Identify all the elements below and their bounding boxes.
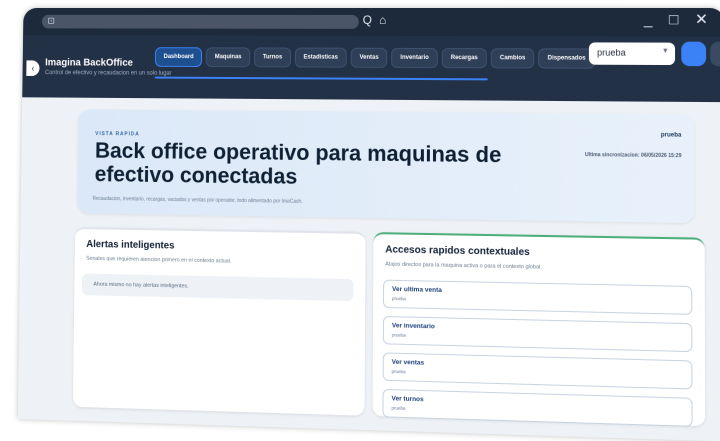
alerts-subtitle: Senales que requieren atencion primero e… xyxy=(86,255,232,265)
tab-estadisticas[interactable]: Estadisticas xyxy=(294,47,347,68)
tab-inventario[interactable]: Inventario xyxy=(391,47,438,69)
hero-panel: VISTA RAPIDA Back office operativo para … xyxy=(77,109,695,224)
alerts-card: Alertas inteligentes Senales que requier… xyxy=(72,227,366,416)
machine-select[interactable]: prueba ▼ xyxy=(588,42,676,66)
app-subtitle: Control de efectivo y recaudacion en un … xyxy=(45,70,172,77)
hero-description: Recaudacion, inventario, recargas, vacia… xyxy=(92,195,303,205)
back-button[interactable]: ‹ xyxy=(26,60,40,76)
tab-ventas[interactable]: Ventas xyxy=(350,47,388,68)
tab-recargas[interactable]: Recargas xyxy=(441,48,487,69)
link-ultima-venta[interactable]: Ver ultima venta prueba xyxy=(383,279,693,315)
link-ventas[interactable]: Ver ventas prueba xyxy=(382,352,693,390)
window-controls[interactable]: _ □ ✕ xyxy=(644,10,715,28)
access-title: Accesos rapidos contextuales xyxy=(385,244,530,259)
hero-kicker: VISTA RAPIDA xyxy=(95,131,140,138)
primary-action-button[interactable] xyxy=(681,41,707,67)
last-sync: Ultima sincronizacion: 06/05/2026 15:29 xyxy=(584,152,682,160)
brand: Imagina BackOffice Control de efectivo y… xyxy=(45,58,172,77)
quick-access-card: Accesos rapidos contextuales Atajos dire… xyxy=(372,232,706,427)
current-user: prueba xyxy=(660,132,682,139)
alerts-empty-state: Ahora mismo no hay alertas inteligentes. xyxy=(81,273,354,302)
tab-dashboard[interactable]: Dashboard xyxy=(154,47,203,68)
secondary-action-button[interactable] xyxy=(710,41,720,67)
link-inventario[interactable]: Ver inventario prueba xyxy=(382,315,693,353)
app-icon: ⊡ xyxy=(47,15,55,26)
app-header: ‹ Imagina BackOffice Control de efectivo… xyxy=(22,35,720,103)
chevron-down-icon: ▼ xyxy=(661,47,669,55)
page-title: Back office operativo para maquinas de e… xyxy=(94,137,502,189)
app-name: Imagina BackOffice xyxy=(45,57,133,69)
tab-maquinas[interactable]: Maquinas xyxy=(206,47,251,68)
tab-dispensados[interactable]: Dispensados xyxy=(538,48,595,69)
window-titlebar: ⊡ Q ⌂ _ □ ✕ xyxy=(23,8,720,37)
search-home-icons[interactable]: Q ⌂ xyxy=(363,13,389,27)
alerts-title: Alertas inteligentes xyxy=(86,239,175,252)
tab-cambios[interactable]: Cambios xyxy=(490,48,535,69)
address-bar[interactable]: ⊡ xyxy=(41,14,359,29)
app-window: ⊡ Q ⌂ _ □ ✕ ‹ Imagina BackOffice Control… xyxy=(17,8,720,441)
access-subtitle: Atajos directos para la maquina activa o… xyxy=(385,261,542,271)
main-nav: Dashboard Maquinas Turnos Estadisticas V… xyxy=(154,47,595,69)
tab-turnos[interactable]: Turnos xyxy=(254,47,291,68)
nav-scroll-indicator xyxy=(154,76,488,81)
link-turnos[interactable]: Ver turnos prueba xyxy=(382,388,693,427)
machine-select-value: prueba xyxy=(597,47,626,58)
